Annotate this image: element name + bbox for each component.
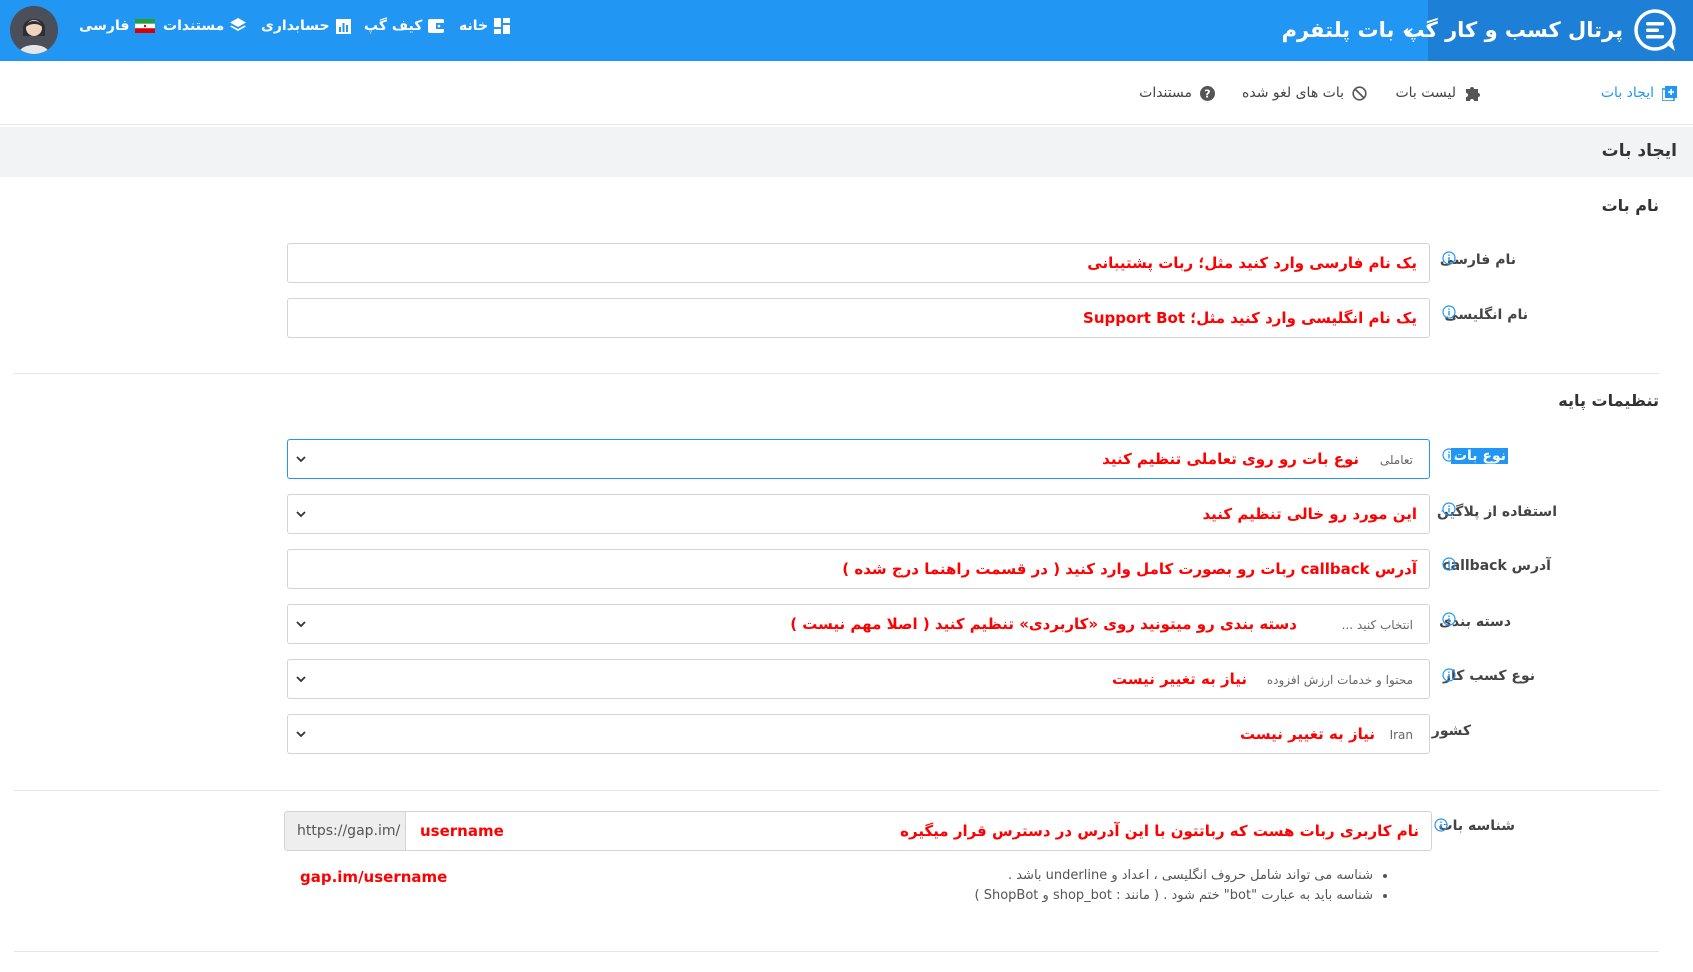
user-avatar[interactable] <box>10 6 58 54</box>
user-avatar-icon <box>10 6 58 54</box>
nav-wallet[interactable]: کیف گپ <box>364 18 445 34</box>
nav-home[interactable]: خانه <box>459 18 511 34</box>
callback-label: آدرس callback <box>1442 558 1551 574</box>
country-value: Iran <box>1389 728 1413 742</box>
add-box-icon <box>1662 85 1677 101</box>
tab-canceled-bots-label: بات های لغو شده <box>1242 85 1344 101</box>
wallet-icon <box>428 19 445 33</box>
info-icon[interactable] <box>1442 502 1456 516</box>
info-icon[interactable] <box>1442 448 1456 462</box>
tab-docs-label: مستندات <box>1139 85 1192 101</box>
chevron-down-icon <box>296 676 306 683</box>
rule-item: شناسه باید به عبارت "bot" ختم شود . ( ما… <box>975 886 1374 906</box>
callback-hint: آدرس callback ربات رو بصورت کامل وارد کن… <box>842 560 1417 578</box>
callback-input[interactable]: آدرس callback ربات رو بصورت کامل وارد کن… <box>287 549 1430 589</box>
business-type-select[interactable]: محتوا و خدمات ارزش افزوده نیاز به تغییر … <box>287 659 1430 699</box>
dashboard-icon <box>494 18 511 34</box>
brand-title: پرتال کسب و کار گپ <box>1403 18 1623 42</box>
english-name-input[interactable]: یک نام انگلیسی وارد کنید مثل؛ Support Bo… <box>287 298 1430 338</box>
category-select[interactable]: انتخاب کنید ... دسته بندی رو میتونید روی… <box>287 604 1430 644</box>
help-icon: ? <box>1200 85 1215 101</box>
bot-id-rules: شناسه می تواند شامل حروف انگلیسی ، اعداد… <box>975 866 1392 906</box>
divider <box>14 790 1659 791</box>
puzzle-icon <box>1466 87 1480 101</box>
chevron-right-icon: » <box>1402 21 1414 42</box>
country-hint: نیاز به تغییر نیست <box>1240 725 1375 743</box>
english-name-hint: یک نام انگلیسی وارد کنید مثل؛ Support Bo… <box>1083 309 1417 327</box>
info-icon[interactable] <box>1442 557 1456 571</box>
plugin-select[interactable]: این مورد رو خالی تنظیم کنید <box>287 494 1430 534</box>
bot-id-prefix-text: https://gap.im/ <box>297 823 401 839</box>
section-title: ایجاد بات <box>1601 141 1677 161</box>
bot-id-hint: نام کاربری ربات هست که رباتتون با این آد… <box>900 822 1419 840</box>
plugin-hint: این مورد رو خالی تنظیم کنید <box>1202 505 1417 523</box>
nav-language-label: فارسی <box>79 18 130 34</box>
bot-type-hint: نوع بات رو روی تعاملی تنظیم کنید <box>1102 450 1359 468</box>
tab-create-bot-label: ایجاد بات <box>1600 85 1654 101</box>
nav-wallet-label: کیف گپ <box>364 18 423 34</box>
divider <box>14 951 1659 952</box>
chevron-down-icon <box>296 456 306 463</box>
nav-docs-label: مستندات <box>163 18 225 34</box>
rule-item: شناسه می تواند شامل حروف انگلیسی ، اعداد… <box>975 866 1373 886</box>
bot-type-label: نوع بات <box>1450 448 1508 464</box>
category-value: انتخاب کنید ... <box>1341 618 1413 632</box>
country-label: کشور <box>1431 723 1471 739</box>
layers-icon <box>230 18 247 31</box>
nav-docs[interactable]: مستندات <box>163 18 247 34</box>
bot-name-heading: نام بات <box>1601 196 1659 215</box>
info-icon[interactable] <box>1434 818 1448 832</box>
bot-type-label-text: نوع بات <box>1450 448 1508 464</box>
tab-create-bot[interactable]: ایجاد بات <box>1601 85 1677 101</box>
page-title: » بات پلتفرم <box>1282 18 1414 42</box>
block-icon <box>1352 85 1367 101</box>
category-hint: دسته بندی رو میتونید روی «کاربردی» تنظیم… <box>790 615 1297 633</box>
nav-accounting-label: حسابداری <box>261 18 330 34</box>
english-name-label: نام انگلیسی <box>1444 307 1528 323</box>
chevron-down-icon <box>296 731 306 738</box>
bot-id-prefix: https://gap.im/ <box>284 811 405 851</box>
sub-nav: ایجاد بات لیست بات بات های لغو شده ? مست… <box>0 61 1693 125</box>
persian-name-input[interactable]: یک نام فارسی وارد کنید مثل؛ ربات پشتیبان… <box>287 243 1430 283</box>
tab-bot-list-label: لیست بات <box>1395 85 1456 101</box>
basic-settings-heading: تنظیمات پایه <box>1558 391 1659 410</box>
tab-canceled-bots[interactable]: بات های لغو شده <box>1242 85 1367 101</box>
business-type-value: محتوا و خدمات ارزش افزوده <box>1266 673 1413 687</box>
tab-docs[interactable]: ? مستندات <box>1139 85 1215 101</box>
chart-icon <box>335 18 351 34</box>
chevron-down-icon <box>296 511 306 518</box>
bot-id-username-hint: username <box>420 822 504 840</box>
brand[interactable]: پرتال کسب و کار گپ <box>1403 0 1693 61</box>
svg-text:?: ? <box>1204 87 1210 100</box>
bot-type-select[interactable]: تعاملی نوع بات رو روی تعاملی تنظیم کنید <box>287 439 1430 479</box>
iran-flag-icon <box>135 19 156 33</box>
bot-type-value: تعاملی <box>1379 453 1413 467</box>
bot-id-input[interactable]: نام کاربری ربات هست که رباتتون با این آد… <box>405 811 1432 851</box>
chevron-down-icon <box>296 621 306 628</box>
nav-home-label: خانه <box>459 18 489 34</box>
section-header: ایجاد بات <box>0 127 1693 177</box>
persian-name-hint: یک نام فارسی وارد کنید مثل؛ ربات پشتیبان… <box>1087 254 1417 272</box>
business-type-hint: نیاز به تغییر نیست <box>1112 670 1247 688</box>
nav-accounting[interactable]: حسابداری <box>261 18 351 34</box>
info-icon[interactable] <box>1442 305 1456 319</box>
info-icon[interactable] <box>1442 668 1456 682</box>
top-bar: پرتال کسب و کار گپ » بات پلتفرم خانه کیف … <box>0 0 1693 61</box>
divider <box>14 373 1659 374</box>
gap-logo-icon <box>1634 9 1676 51</box>
bot-id-label: شناسه بات <box>1438 818 1515 834</box>
country-select[interactable]: Iran نیاز به تغییر نیست <box>287 714 1430 754</box>
tab-bot-list[interactable]: لیست بات <box>1395 85 1480 101</box>
info-icon[interactable] <box>1442 612 1456 626</box>
page-title-text: بات پلتفرم <box>1281 18 1395 42</box>
info-icon[interactable] <box>1442 251 1456 265</box>
business-type-label: نوع کسب کار <box>1442 668 1535 684</box>
bot-url-example: gap.im/username <box>300 868 448 886</box>
nav-language[interactable]: فارسی <box>79 18 156 34</box>
